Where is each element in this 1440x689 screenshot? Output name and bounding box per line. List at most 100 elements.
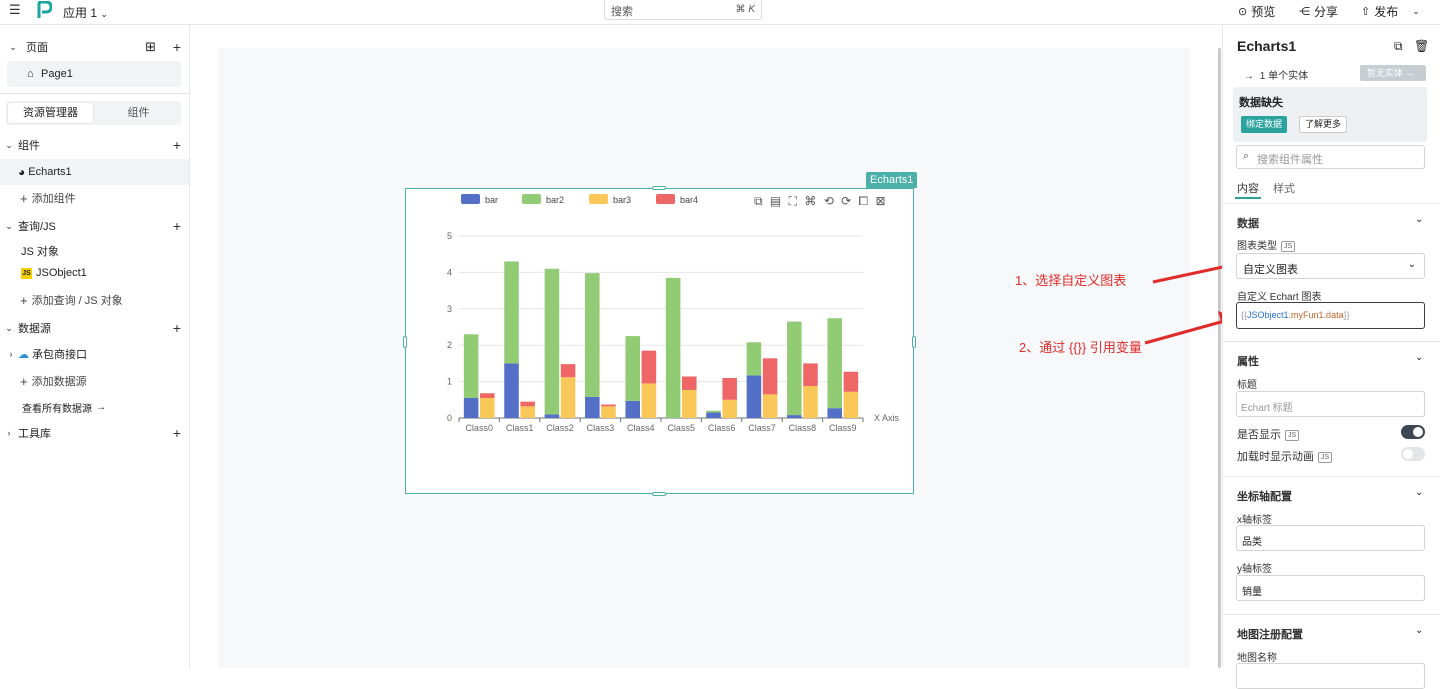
- lasso-icon[interactable]: ⌘: [804, 194, 816, 208]
- app-logo[interactable]: [36, 1, 52, 19]
- refresh-icon[interactable]: ⟳: [841, 194, 851, 208]
- library-header[interactable]: › 工具库 +: [0, 421, 189, 445]
- add-query-icon[interactable]: +: [173, 218, 181, 234]
- js-objects-label: JS 对象: [21, 246, 59, 258]
- js-objects-group: JS 对象: [0, 239, 189, 263]
- share-button[interactable]: ⋲ 分享: [1299, 3, 1338, 20]
- plus-icon: +: [20, 292, 28, 308]
- resize-handle-bottom[interactable]: [652, 492, 666, 496]
- widget-title[interactable]: Echarts1: [1237, 38, 1296, 54]
- share-icon: ⋲: [1299, 6, 1310, 18]
- add-page-icon[interactable]: +: [173, 39, 181, 55]
- chevron-down-icon[interactable]: ⌄: [1415, 487, 1423, 498]
- animate-text: 加载时显示动画: [1237, 451, 1314, 463]
- pages-header[interactable]: ⌄ 页面 ⊞ +: [0, 35, 189, 59]
- play-icon: ⊙: [1238, 6, 1248, 18]
- no-entity-button[interactable]: 暂无实体 →: [1360, 65, 1426, 81]
- tab-content[interactable]: 内容: [1237, 180, 1259, 196]
- widget-name-tag[interactable]: Echarts1: [866, 172, 918, 188]
- add-query-label: 添加查询 / JS 对象: [31, 295, 123, 307]
- chevron-down-icon[interactable]: ⌄: [1412, 6, 1420, 17]
- xaxis-input[interactable]: 品类: [1236, 525, 1425, 551]
- bind-data-button[interactable]: 绑定数据: [1241, 116, 1288, 133]
- queries-label: 查询/JS: [18, 221, 56, 233]
- trash-icon[interactable]: 🗑: [1414, 39, 1429, 53]
- sidebar-item-echarts1[interactable]: ◕ Echarts1: [0, 159, 189, 185]
- close-icon[interactable]: ⊠: [875, 194, 885, 208]
- zoom-icon[interactable]: ⛶: [789, 194, 797, 208]
- js-toggle-badge[interactable]: JS: [1285, 429, 1300, 441]
- app-switcher[interactable]: 应用 1 ⌄: [63, 4, 108, 21]
- y-tick-label: 2: [447, 340, 452, 350]
- yaxis-value: 销量: [1242, 587, 1262, 598]
- bar-bar2-Class7: [746, 342, 762, 376]
- binding-func: .myFun1.data: [1288, 310, 1344, 320]
- js-toggle-badge[interactable]: JS: [1318, 451, 1333, 463]
- copy-icon[interactable]: ⧠: [859, 194, 869, 208]
- widgets-label: 组件: [18, 140, 40, 152]
- add-widget-icon[interactable]: +: [173, 137, 181, 153]
- global-search[interactable]: 搜索 ⌘ K: [604, 0, 762, 20]
- axis-section-label: 坐标轴配置: [1237, 491, 1292, 503]
- js-toggle-badge[interactable]: JS: [1281, 240, 1296, 252]
- queries-header[interactable]: ⌄ 查询/JS +: [0, 214, 189, 238]
- chevron-down-icon[interactable]: ⌄: [1415, 214, 1423, 225]
- add-widget-link[interactable]: + 添加组件: [0, 186, 189, 210]
- preview-button[interactable]: ⊙ 预览: [1238, 3, 1275, 20]
- js-object-label: JSObject1: [36, 267, 87, 279]
- restore-icon[interactable]: ⟲: [824, 194, 834, 208]
- chart-title-input[interactable]: Echart 标题: [1236, 391, 1425, 417]
- tab-widgets[interactable]: 组件: [96, 103, 181, 123]
- top-bar: ☰ 应用 1 ⌄ 搜索 ⌘ K ⊙ 预览 ⋲ 分享 ⇧ 发布 ⌄: [0, 0, 1440, 25]
- bar-chart: 0 1 2 3 4 5 Class0 Class1 Class2 Class3 Class4 Clas…: [447, 194, 900, 433]
- page-item[interactable]: ⌂ Page1: [7, 61, 181, 87]
- property-pane: Echarts1 ⧉ 🗑 → 1 单个实体 暂无实体 → 数据缺失 绑定数据 了…: [1222, 25, 1440, 689]
- animate-toggle[interactable]: [1401, 447, 1425, 461]
- add-library-icon[interactable]: +: [173, 425, 181, 441]
- bar-bar2-Class5: [665, 277, 681, 418]
- add-query-link[interactable]: + 添加查询 / JS 对象: [0, 288, 189, 312]
- chart-toolbox: ⧉ ▤ ⛶ ⌘ ⟲ ⟳ ⧠ ⊠: [754, 194, 886, 209]
- custom-echart-input[interactable]: {{JSObject1.myFun1.data}}: [1236, 302, 1425, 329]
- chart-icon: ◕: [18, 165, 26, 179]
- learn-more-button[interactable]: 了解更多: [1299, 116, 1348, 133]
- bar-bar4-Class3: [601, 404, 616, 407]
- bar-bar-Class2: [544, 414, 560, 418]
- visible-toggle[interactable]: [1401, 425, 1425, 439]
- stack-icon[interactable]: ⧉: [754, 194, 763, 208]
- resize-handle-right[interactable]: [912, 336, 916, 348]
- layout-icon[interactable]: ⊞: [145, 39, 156, 55]
- chevron-down-icon[interactable]: ⌄: [1415, 625, 1423, 636]
- sidebar-item-jsobject1[interactable]: JS JSObject1: [0, 261, 189, 285]
- x-tick-label: Class2: [546, 423, 574, 433]
- tab-style[interactable]: 样式: [1273, 180, 1295, 196]
- tab-resources[interactable]: 资源管理器: [8, 103, 93, 123]
- entity-count-link[interactable]: → 1 单个实体: [1244, 67, 1308, 82]
- datasource-header[interactable]: ⌄ 数据源 +: [0, 316, 189, 340]
- y-tick-label: 4: [447, 267, 452, 277]
- menu-icon[interactable]: ☰: [9, 3, 21, 16]
- add-datasource-link[interactable]: + 添加数据源: [0, 369, 189, 393]
- view-all-datasources-link[interactable]: 查看所有数据源 →: [0, 395, 189, 419]
- dataview-icon[interactable]: ▤: [770, 194, 781, 208]
- add-datasource-icon[interactable]: +: [173, 320, 181, 336]
- chart-type-select[interactable]: 自定义图表 ⌄: [1236, 253, 1425, 279]
- property-search-input[interactable]: ⌕ 搜索组件属性: [1236, 145, 1425, 169]
- canvas-scrollbar[interactable]: [1218, 48, 1221, 668]
- widgets-header[interactable]: ⌄ 组件 +: [0, 133, 189, 157]
- copy-icon[interactable]: ⧉: [1394, 39, 1403, 54]
- resize-handle-left[interactable]: [403, 336, 407, 348]
- bar-bar3-Class6: [722, 399, 737, 418]
- resize-handle-top[interactable]: [652, 186, 666, 190]
- yaxis-input[interactable]: 销量: [1236, 575, 1425, 601]
- animate-label: 加载时显示动画 JS: [1237, 448, 1333, 464]
- x-tick-label: Class8: [789, 423, 817, 433]
- chevron-down-icon[interactable]: ⌄: [1415, 352, 1423, 363]
- chevron-down-icon: ⌄: [1407, 259, 1416, 270]
- x-tick-label: Class4: [627, 423, 655, 433]
- echarts-widget[interactable]: 0 1 2 3 4 5 Class0 Class1 Class2 Class3 Class4 Clas…: [405, 188, 914, 494]
- xaxis-value: 品类: [1242, 537, 1262, 548]
- publish-button[interactable]: ⇧ 发布 ⌄: [1361, 3, 1420, 20]
- sidebar-item-datasource[interactable]: › ☁ 承包商接口: [0, 342, 189, 366]
- app-name: 应用 1: [63, 6, 98, 20]
